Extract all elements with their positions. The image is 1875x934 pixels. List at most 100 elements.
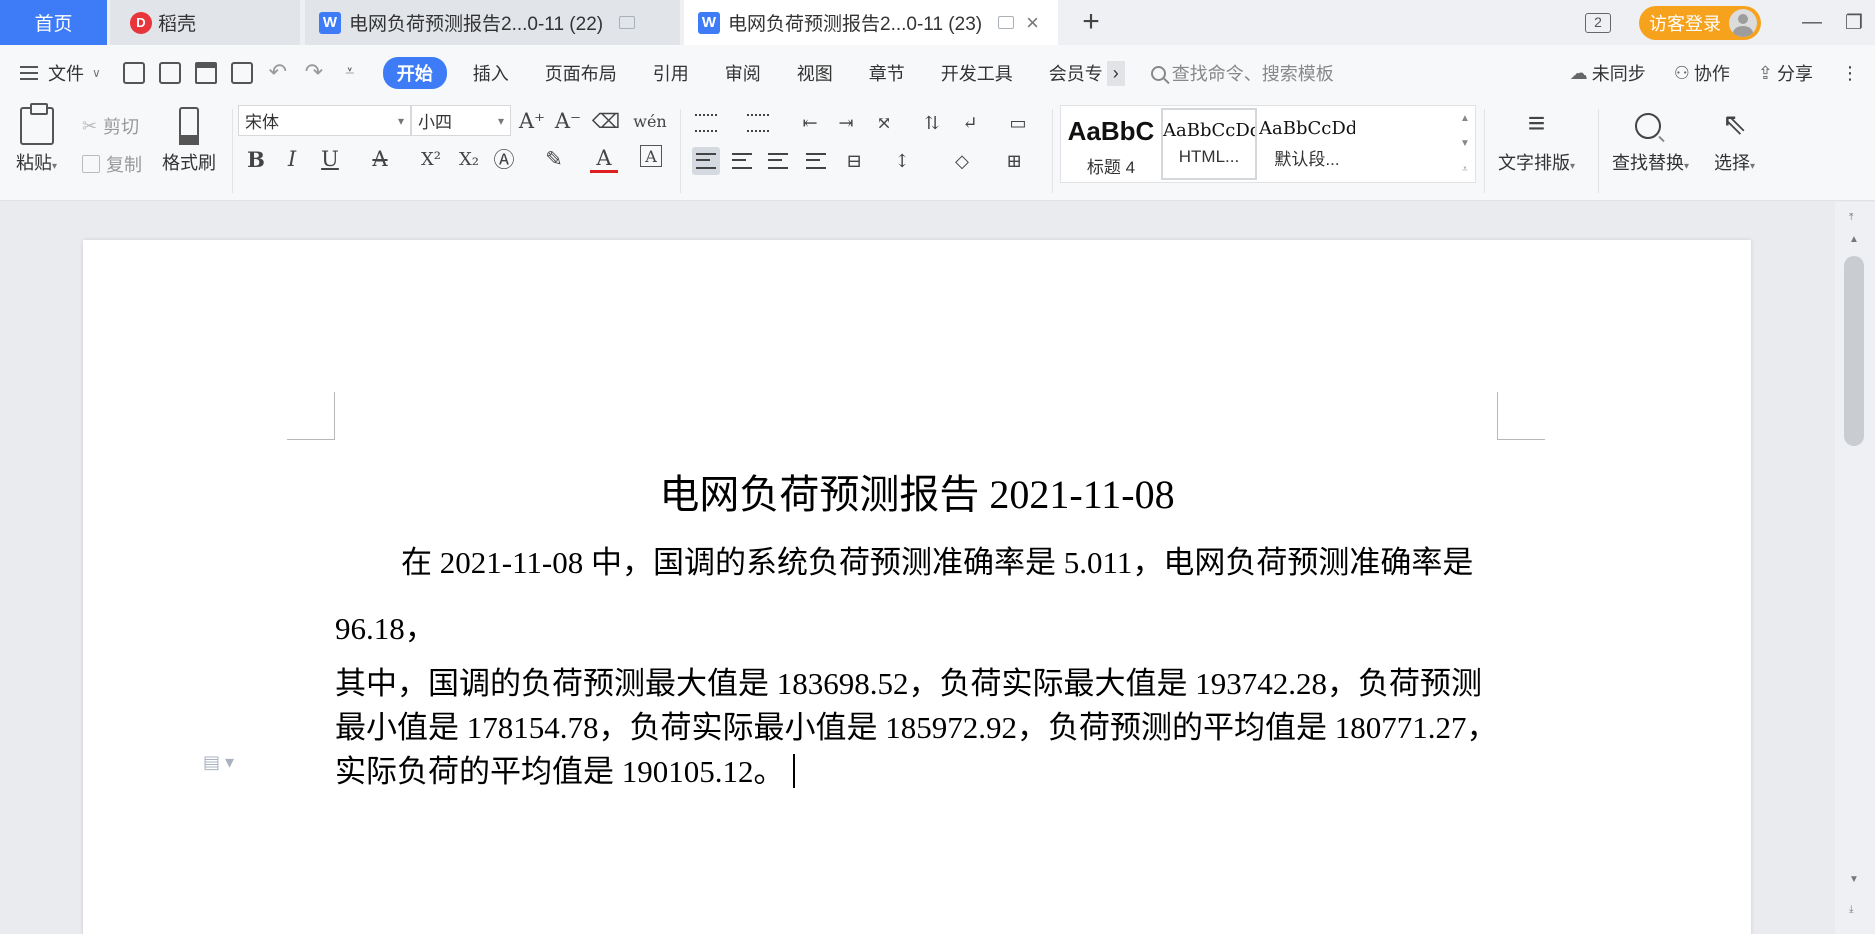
avatar bbox=[1729, 8, 1757, 37]
font-shrink-icon[interactable]: A⁻ bbox=[554, 107, 582, 135]
tab-page-layout[interactable]: 页面布局 bbox=[527, 60, 635, 86]
scroll-down-icon[interactable]: ▼ bbox=[1849, 874, 1859, 885]
style-sample: AaBbC bbox=[1067, 116, 1155, 146]
font-size-select[interactable]: 小四 bbox=[411, 105, 511, 136]
underline-button[interactable]: U bbox=[316, 145, 344, 173]
show-marks-icon[interactable]: ↵ bbox=[956, 109, 984, 137]
style-heading-4[interactable]: AaBbC 标题 4 bbox=[1063, 108, 1159, 180]
numbered-list-icon[interactable] bbox=[744, 109, 772, 137]
text-effect-icon[interactable]: Ⓐ bbox=[490, 145, 518, 173]
find-replace-button[interactable]: 查找替换▾ bbox=[1612, 107, 1689, 175]
tab-stops-icon[interactable]: ▭ bbox=[1004, 109, 1032, 137]
style-name: 默认段... bbox=[1274, 150, 1340, 169]
character-border-icon[interactable]: A bbox=[640, 145, 662, 167]
file-menu[interactable]: 文件 ∨ bbox=[20, 60, 101, 86]
window-count-badge[interactable]: 2 bbox=[1585, 12, 1611, 33]
decrease-indent-icon[interactable]: ⇤ bbox=[796, 109, 824, 137]
italic-button[interactable]: I bbox=[278, 145, 306, 173]
customize-toolbar-icon[interactable]: ⩡ bbox=[339, 62, 361, 84]
bold-button[interactable]: B bbox=[242, 145, 270, 173]
vertical-scrollbar[interactable]: ⤒ ▲ ▼ ⤓ bbox=[1835, 202, 1875, 934]
more-tabs-button[interactable]: › bbox=[1106, 60, 1125, 86]
document-paragraph[interactable]: 其中，国调的负荷预测最大值是 183698.52，负荷实际最大值是 193742… bbox=[335, 662, 1499, 794]
subscript-button[interactable]: X₂ bbox=[452, 145, 486, 173]
tab-home-ribbon[interactable]: 开始 bbox=[382, 57, 447, 89]
restore-button[interactable]: ❐ bbox=[1833, 10, 1875, 35]
paintbrush-icon bbox=[179, 107, 199, 145]
chevron-up-icon[interactable]: ▲ bbox=[1460, 113, 1470, 124]
new-tab-button[interactable]: + bbox=[1073, 5, 1109, 41]
align-right-button[interactable] bbox=[764, 147, 792, 175]
phonetic-guide-icon[interactable]: wén bbox=[630, 107, 670, 135]
tab-sections[interactable]: 章节 bbox=[851, 60, 923, 86]
monitor-icon[interactable] bbox=[998, 16, 1015, 29]
highlight-icon[interactable]: ✎ bbox=[540, 145, 568, 173]
strikethrough-button[interactable]: A bbox=[366, 145, 394, 173]
chevron-down-icon[interactable]: ▼ bbox=[1460, 138, 1470, 149]
login-button[interactable]: 访客登录 bbox=[1639, 5, 1761, 40]
superscript-button[interactable]: X² bbox=[414, 145, 448, 173]
scroll-page-down-icon[interactable]: ⤓ bbox=[1849, 904, 1853, 915]
sync-button[interactable]: ☁ 未同步 bbox=[1570, 60, 1646, 86]
document-paragraph[interactable]: 在 2021-11-08 中，国调的系统负荷预测准确率是 5.011，电网负荷预… bbox=[335, 530, 1499, 662]
redo-icon[interactable]: ↷ bbox=[303, 61, 325, 84]
increase-indent-icon[interactable]: ⇥ bbox=[832, 109, 860, 137]
tab-document-23[interactable]: W 电网负荷预测报告2...0-11 (23) × bbox=[684, 0, 1058, 45]
export-pdf-icon[interactable] bbox=[158, 62, 181, 84]
sync-label: 未同步 bbox=[1591, 64, 1646, 84]
chinese-layout-icon[interactable]: ⤧ bbox=[870, 109, 898, 137]
scroll-top-icon[interactable]: ⤒ bbox=[1849, 212, 1853, 223]
select-button[interactable]: ⇖ 选择▾ bbox=[1714, 107, 1755, 175]
sort-icon[interactable]: ⇅ bbox=[918, 109, 946, 137]
collaborate-label: 协作 bbox=[1693, 64, 1730, 84]
copy-button[interactable]: 复制 bbox=[82, 151, 142, 177]
scrollbar-thumb[interactable] bbox=[1844, 256, 1864, 446]
tab-references[interactable]: 引用 bbox=[635, 60, 707, 86]
print-preview-icon[interactable] bbox=[230, 62, 253, 84]
monitor-icon[interactable] bbox=[619, 16, 636, 29]
tab-developer[interactable]: 开发工具 bbox=[923, 60, 1031, 86]
command-search[interactable]: 查找命令、搜索模板 bbox=[1150, 60, 1334, 86]
more-menu-button[interactable]: ⋮ bbox=[1841, 63, 1859, 84]
window-controls: 2 访客登录 — ❐ bbox=[1585, 0, 1875, 45]
paste-button[interactable]: 粘贴▾ bbox=[16, 103, 57, 175]
align-left-button[interactable] bbox=[692, 147, 720, 175]
style-html[interactable]: AaBbCcDd HTML... bbox=[1161, 108, 1257, 180]
format-painter-button[interactable]: 格式刷 bbox=[162, 107, 216, 175]
tab-view[interactable]: 视图 bbox=[779, 60, 851, 86]
copy-label: 复制 bbox=[106, 155, 142, 175]
expand-gallery-icon[interactable]: ⩡ bbox=[1462, 164, 1468, 175]
justify-button[interactable] bbox=[802, 147, 830, 175]
font-name-select[interactable]: 宋体 bbox=[238, 105, 411, 136]
minimize-button[interactable]: — bbox=[1791, 11, 1833, 34]
distributed-align-icon[interactable]: ⊟ bbox=[840, 147, 868, 175]
style-default-paragraph[interactable]: AaBbCcDd 默认段... bbox=[1259, 108, 1355, 180]
document-page[interactable]: 电网负荷预测报告 2021-11-08 在 2021-11-08 中，国调的系统… bbox=[83, 240, 1751, 934]
scroll-up-icon[interactable]: ▲ bbox=[1849, 234, 1859, 245]
cut-button[interactable]: ✂ 剪切 bbox=[82, 113, 139, 139]
print-icon[interactable] bbox=[194, 62, 217, 84]
text-layout-button[interactable]: ≡ 文字排版▾ bbox=[1498, 107, 1575, 175]
font-grow-icon[interactable]: A⁺ bbox=[518, 107, 546, 135]
paragraph-options-icon[interactable]: ▤ ▾ bbox=[203, 752, 234, 773]
tab-member[interactable]: 会员专 bbox=[1031, 60, 1107, 86]
clear-format-icon[interactable]: ⌫ bbox=[592, 107, 620, 135]
gallery-scroll[interactable]: ▲ ▼ ⩡ bbox=[1457, 106, 1473, 182]
close-icon[interactable]: × bbox=[1026, 11, 1039, 34]
align-center-button[interactable] bbox=[728, 147, 756, 175]
tab-document-22[interactable]: W 电网负荷预测报告2...0-11 (22) bbox=[305, 0, 680, 45]
tab-review[interactable]: 审阅 bbox=[707, 60, 779, 86]
font-color-button[interactable]: A bbox=[590, 145, 618, 173]
shading-icon[interactable]: ◇ bbox=[948, 147, 976, 175]
tab-insert[interactable]: 插入 bbox=[455, 60, 527, 86]
tab-daoke[interactable]: D 稻壳 bbox=[110, 0, 300, 45]
bullet-list-icon[interactable] bbox=[692, 109, 720, 137]
collaborate-button[interactable]: ⚇ 协作 bbox=[1674, 60, 1730, 86]
borders-icon[interactable]: ⊞ bbox=[1000, 147, 1028, 175]
share-button[interactable]: ⇪ 分享 bbox=[1758, 60, 1813, 86]
document-title[interactable]: 电网负荷预测报告 2021-11-08 bbox=[83, 462, 1751, 520]
save-icon[interactable] bbox=[122, 62, 145, 84]
undo-icon[interactable]: ↶ bbox=[267, 61, 289, 84]
tab-home[interactable]: 首页 bbox=[0, 0, 107, 45]
line-spacing-icon[interactable]: ↕ bbox=[888, 147, 916, 175]
